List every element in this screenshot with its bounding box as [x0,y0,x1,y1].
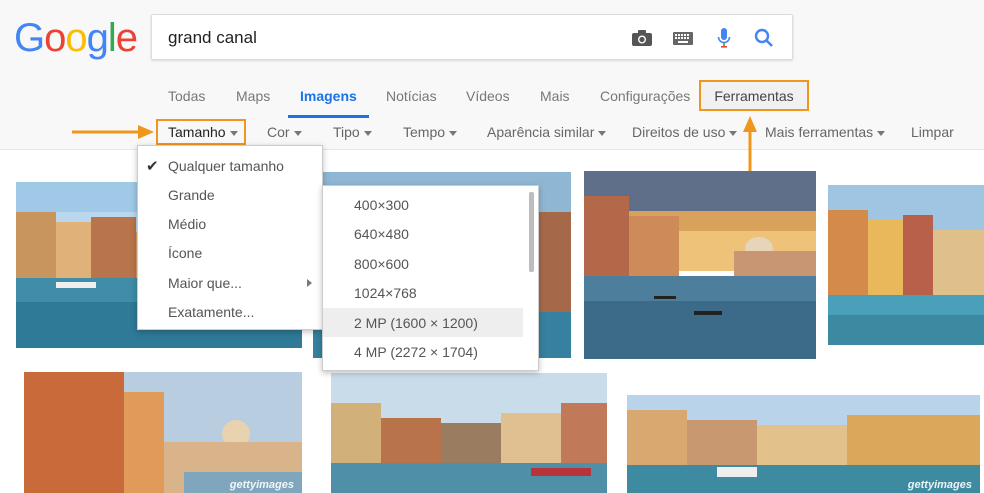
menu-item-label: 400×300 [354,196,409,213]
scrollbar[interactable] [529,192,534,272]
menu-item-label: 1024×768 [354,284,417,301]
menu-item-label: 800×600 [354,255,409,272]
tool-label: Tempo [403,124,446,140]
larger-than-submenu: 400×300 640×480 800×600 1024×768 2 MP (1… [322,185,539,371]
caret-down-icon [229,130,238,136]
image-result[interactable] [331,373,607,493]
active-tab-indicator [288,115,369,118]
tools-button[interactable]: Ferramentas [699,80,809,111]
mic-icon[interactable] [712,26,736,50]
tool-label: Tipo [333,124,360,140]
search-box[interactable] [151,14,793,60]
check-icon: ✔ [146,157,159,175]
menu-item-label: Exatamente... [168,303,255,320]
size-menu: ✔ Qualquer tamanho Grande Médio Ícone Ma… [137,145,323,330]
logo-letter: o [65,16,87,60]
tool-tamanho[interactable]: Tamanho [168,124,238,140]
size-option-medio[interactable]: Médio [138,209,322,238]
tool-mais-ferramentas[interactable]: Mais ferramentas [765,124,886,140]
menu-item-label: Grande [168,186,215,203]
image-result[interactable]: gettyimages [627,395,980,493]
tool-label: Tamanho [168,124,226,140]
larger-than-option[interactable]: 4 MP (2272 × 1704) [323,337,523,366]
tab-maps[interactable]: Maps [236,88,270,104]
tab-configuracoes[interactable]: Configurações [600,88,690,104]
menu-item-label: Médio [168,215,207,232]
logo-letter: l [107,16,117,60]
tab-videos[interactable]: Vídeos [466,88,510,104]
tool-label: Aparência similar [487,124,595,140]
tool-limpar[interactable]: Limpar [911,124,954,140]
chevron-right-icon [307,278,312,287]
menu-item-label: 2 MP (1600 × 1200) [354,314,478,331]
tool-direitos-de-uso[interactable]: Direitos de uso [632,124,738,140]
search-icon[interactable] [752,26,776,50]
menu-item-label: Ícone [168,244,203,261]
caret-down-icon [449,130,458,136]
tab-noticias[interactable]: Notícias [386,88,437,104]
tool-tempo[interactable]: Tempo [403,124,458,140]
image-result[interactable] [828,185,984,345]
larger-than-option[interactable]: 400×300 [323,190,523,219]
logo-letter: G [14,16,45,60]
menu-item-label: Maior que... [168,274,242,291]
logo-letter: g [86,16,109,60]
tab-mais[interactable]: Mais [540,88,570,104]
menu-item-label: 640×480 [354,225,409,242]
size-option-grande[interactable]: Grande [138,180,322,209]
camera-icon[interactable] [630,26,654,50]
logo-letter: e [115,16,138,60]
caret-down-icon [293,130,302,136]
search-input[interactable] [168,27,608,49]
image-result[interactable] [584,171,816,359]
caret-down-icon [729,130,738,136]
larger-than-option[interactable]: 1024×768 [323,278,523,307]
google-logo[interactable]: Google [14,16,138,61]
caret-down-icon [598,130,607,136]
size-option-maior-que[interactable]: Maior que... [138,268,322,297]
gettyimages-watermark: gettyimages [907,479,972,491]
menu-item-label: Qualquer tamanho [168,157,284,174]
gettyimages-watermark: gettyimages [229,479,294,491]
annotation-arrow-right [72,125,154,139]
caret-down-icon [877,130,886,136]
tool-tipo[interactable]: Tipo [333,124,372,140]
tool-label: Limpar [911,124,954,140]
tool-label: Direitos de uso [632,124,726,140]
larger-than-option[interactable]: 640×480 [323,219,523,248]
menu-item-label: 4 MP (2272 × 1704) [354,343,478,360]
tool-label: Cor [267,124,290,140]
image-result[interactable]: gettyimages [24,372,302,493]
tool-cor[interactable]: Cor [267,124,302,140]
tool-aparencia-similar[interactable]: Aparência similar [487,124,607,140]
larger-than-option[interactable]: 800×600 [323,249,523,278]
keyboard-icon[interactable] [671,26,695,50]
size-option-exatamente[interactable]: Exatamente... [138,297,322,326]
logo-letter: o [44,16,66,60]
larger-than-option-highlighted[interactable]: 2 MP (1600 × 1200) [323,308,523,337]
tab-imagens[interactable]: Imagens [300,88,357,104]
size-option-qualquer[interactable]: ✔ Qualquer tamanho [138,151,322,180]
caret-down-icon [363,130,372,136]
size-option-icone[interactable]: Ícone [138,238,322,267]
tab-todas[interactable]: Todas [168,88,205,104]
tool-label: Mais ferramentas [765,124,874,140]
